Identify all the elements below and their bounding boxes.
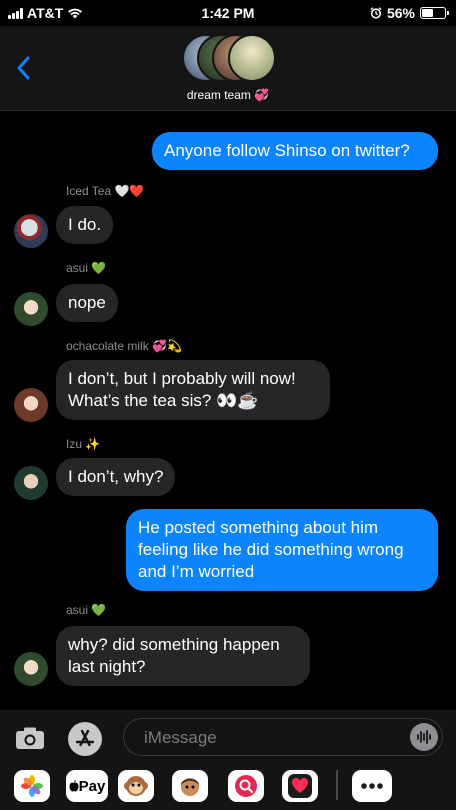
avatar[interactable] (14, 466, 48, 500)
member-avatar (228, 34, 276, 82)
search-images-icon[interactable] (228, 770, 264, 802)
app-store-icon[interactable] (68, 722, 102, 756)
message-outgoing[interactable]: Anyone follow Shinso on twitter? (152, 132, 438, 170)
sender-name: asui 💚 (66, 261, 107, 275)
message-incoming[interactable]: nope (56, 284, 118, 322)
message-text: Anyone follow Shinso on twitter? (164, 141, 410, 160)
audio-waveform-icon[interactable] (410, 723, 438, 751)
avatar[interactable] (14, 214, 48, 248)
sender-name: asui 💚 (66, 603, 107, 617)
message-text-line: feeling like he did something wrong (138, 540, 404, 559)
message-text-line: and I’m worried (138, 562, 255, 581)
monkey-memoji-icon[interactable] (118, 770, 154, 802)
message-incoming[interactable]: I don’t, but I probably will now! What’s… (56, 360, 330, 420)
back-chevron-icon[interactable] (16, 56, 30, 80)
message-outgoing[interactable]: He posted something about him feeling li… (126, 509, 438, 591)
status-bar: AT&T 1:42 PM 56% (0, 0, 456, 26)
battery-percent: 56% (386, 5, 415, 21)
message-text-line: He posted something about him (138, 518, 379, 537)
message-text-line: I don’t, but I probably will now! (68, 369, 296, 388)
message-input-field[interactable] (123, 718, 443, 757)
message-text: I don’t, why? (68, 467, 164, 486)
message-text-line: What’s the tea sis? 👀☕ (68, 391, 259, 410)
group-avatar-stack[interactable] (182, 34, 276, 82)
photos-icon[interactable] (14, 770, 50, 802)
memoji-icon[interactable] (172, 770, 208, 802)
more-icon[interactable] (352, 770, 392, 802)
digital-touch-icon[interactable] (282, 770, 318, 802)
group-name[interactable]: dream team 💞 (0, 88, 456, 102)
message-input[interactable] (142, 719, 386, 757)
avatar[interactable] (14, 388, 48, 422)
compose-bar (0, 710, 456, 762)
apple-pay-icon[interactable]: Pay (66, 770, 108, 802)
message-text: nope (68, 293, 106, 312)
avatar[interactable] (14, 652, 48, 686)
avatar[interactable] (14, 292, 48, 326)
sender-name: ochacolate milk 💞💫 (66, 339, 182, 353)
status-right: 56% (370, 5, 449, 21)
battery-icon (420, 7, 449, 19)
camera-icon[interactable] (14, 726, 46, 750)
sender-name: Iced Tea 🤍❤️ (66, 184, 145, 198)
message-incoming[interactable]: I don’t, why? (56, 458, 176, 496)
app-drawer: Pay (0, 762, 456, 810)
message-text-line: last night? (68, 657, 146, 676)
conversation-header: dream team 💞 (0, 26, 456, 111)
message-list[interactable]: Anyone follow Shinso on twitter? Iced Te… (0, 110, 456, 708)
message-incoming[interactable]: why? did something happen last night? (56, 626, 310, 686)
message-text: I do. (68, 215, 102, 234)
alarm-icon (370, 7, 382, 19)
sender-name: Izu ✨ (66, 437, 101, 451)
message-incoming[interactable]: I do. (56, 206, 114, 244)
message-text-line: why? did something happen (68, 635, 280, 654)
tray-divider (336, 770, 338, 800)
apple-pay-label: Pay (78, 777, 106, 795)
